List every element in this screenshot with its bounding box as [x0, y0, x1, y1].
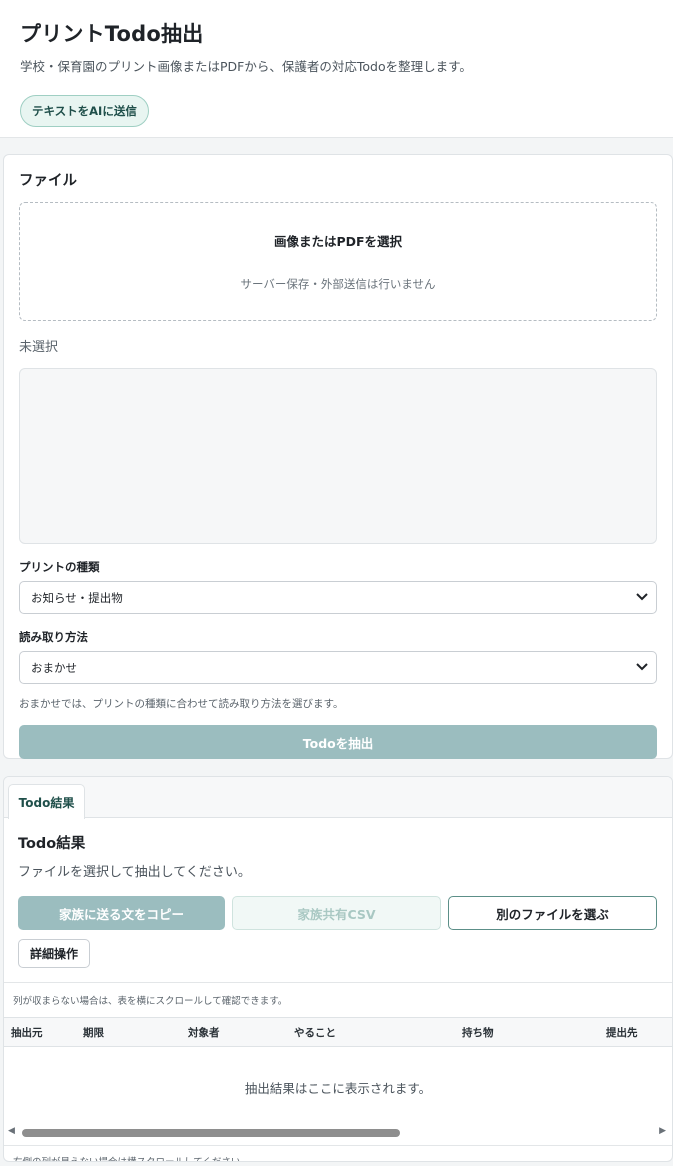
- result-table-header: 抽出元 期限 対象者 やること 持ち物 提出先: [4, 1017, 672, 1047]
- chevron-down-icon: [636, 661, 648, 674]
- dropzone-note: サーバー保存・外部送信は行いません: [240, 277, 436, 291]
- table-scroll-note: 列が収まらない場合は、表を横にスクロールして確認できます。: [4, 982, 672, 1017]
- app-header: プリントTodo抽出 学校・保育園のプリント画像またはPDFから、保護者の対応T…: [0, 0, 673, 138]
- result-title: Todo結果: [18, 836, 86, 852]
- page-subtitle: 学校・保育園のプリント画像またはPDFから、保護者の対応Todoを整理します。: [20, 59, 472, 74]
- result-body: Todo結果 ファイルを選択して抽出してください。 家族に送る文をコピー 家族共…: [4, 818, 672, 968]
- print-type-select[interactable]: お知らせ・提出物: [19, 581, 657, 614]
- column-header-task: やること: [294, 1026, 336, 1039]
- file-dropzone[interactable]: 画像またはPDFを選択 サーバー保存・外部送信は行いません: [19, 202, 657, 321]
- print-type-label: プリントの種類: [19, 560, 100, 574]
- result-description: ファイルを選択して抽出してください。: [18, 865, 251, 880]
- column-header-items: 持ち物: [462, 1026, 494, 1039]
- read-method-hint: おまかせでは、プリントの種類に合わせて読み取り方法を選びます。: [19, 698, 344, 710]
- print-type-value: お知らせ・提出物: [31, 590, 123, 605]
- read-method-select[interactable]: おまかせ: [19, 651, 657, 684]
- file-card-title: ファイル: [19, 173, 77, 189]
- send-text-to-ai-button[interactable]: テキストをAIに送信: [20, 95, 149, 127]
- result-action-row: 家族に送る文をコピー 家族共有CSV 別のファイルを選ぶ: [18, 896, 657, 930]
- family-csv-button[interactable]: 家族共有CSV: [232, 896, 441, 930]
- horizontal-scrollbar[interactable]: ◀ ▶: [6, 1126, 670, 1138]
- choose-other-file-button[interactable]: 別のファイルを選ぶ: [448, 896, 657, 930]
- arrow-right-icon[interactable]: ▶: [659, 1126, 666, 1136]
- scroll-footer-note: 右側の列が見えない場合は横スクロールしてください。: [4, 1145, 672, 1161]
- column-header-source: 抽出元: [11, 1026, 43, 1039]
- scrollbar-thumb[interactable]: [22, 1129, 400, 1137]
- result-tabbar: Todo結果: [4, 777, 672, 819]
- page-title: プリントTodo抽出: [20, 22, 204, 46]
- copy-family-message-button[interactable]: 家族に送る文をコピー: [18, 896, 225, 930]
- column-header-deadline: 期限: [83, 1026, 104, 1039]
- dropzone-label: 画像またはPDFを選択: [273, 234, 403, 249]
- arrow-left-icon[interactable]: ◀: [8, 1126, 15, 1136]
- empty-state-text: 抽出結果はここに表示されます。: [244, 1080, 432, 1096]
- tab-todo-result[interactable]: Todo結果: [8, 784, 85, 819]
- file-preview-area: [19, 368, 657, 544]
- read-method-value: おまかせ: [31, 660, 77, 675]
- extract-todo-button[interactable]: Todoを抽出: [19, 725, 657, 759]
- result-card: Todo結果 Todo結果 ファイルを選択して抽出してください。 家族に送る文を…: [3, 776, 673, 1162]
- detail-actions-button[interactable]: 詳細操作: [18, 939, 90, 968]
- selected-file-status: 未選択: [19, 340, 59, 355]
- column-header-target: 対象者: [188, 1026, 220, 1039]
- chevron-down-icon: [636, 591, 648, 604]
- file-card: ファイル 画像またはPDFを選択 サーバー保存・外部送信は行いません 未選択 プ…: [3, 154, 673, 759]
- column-header-submit-to: 提出先: [606, 1026, 638, 1039]
- read-method-label: 読み取り方法: [19, 630, 88, 644]
